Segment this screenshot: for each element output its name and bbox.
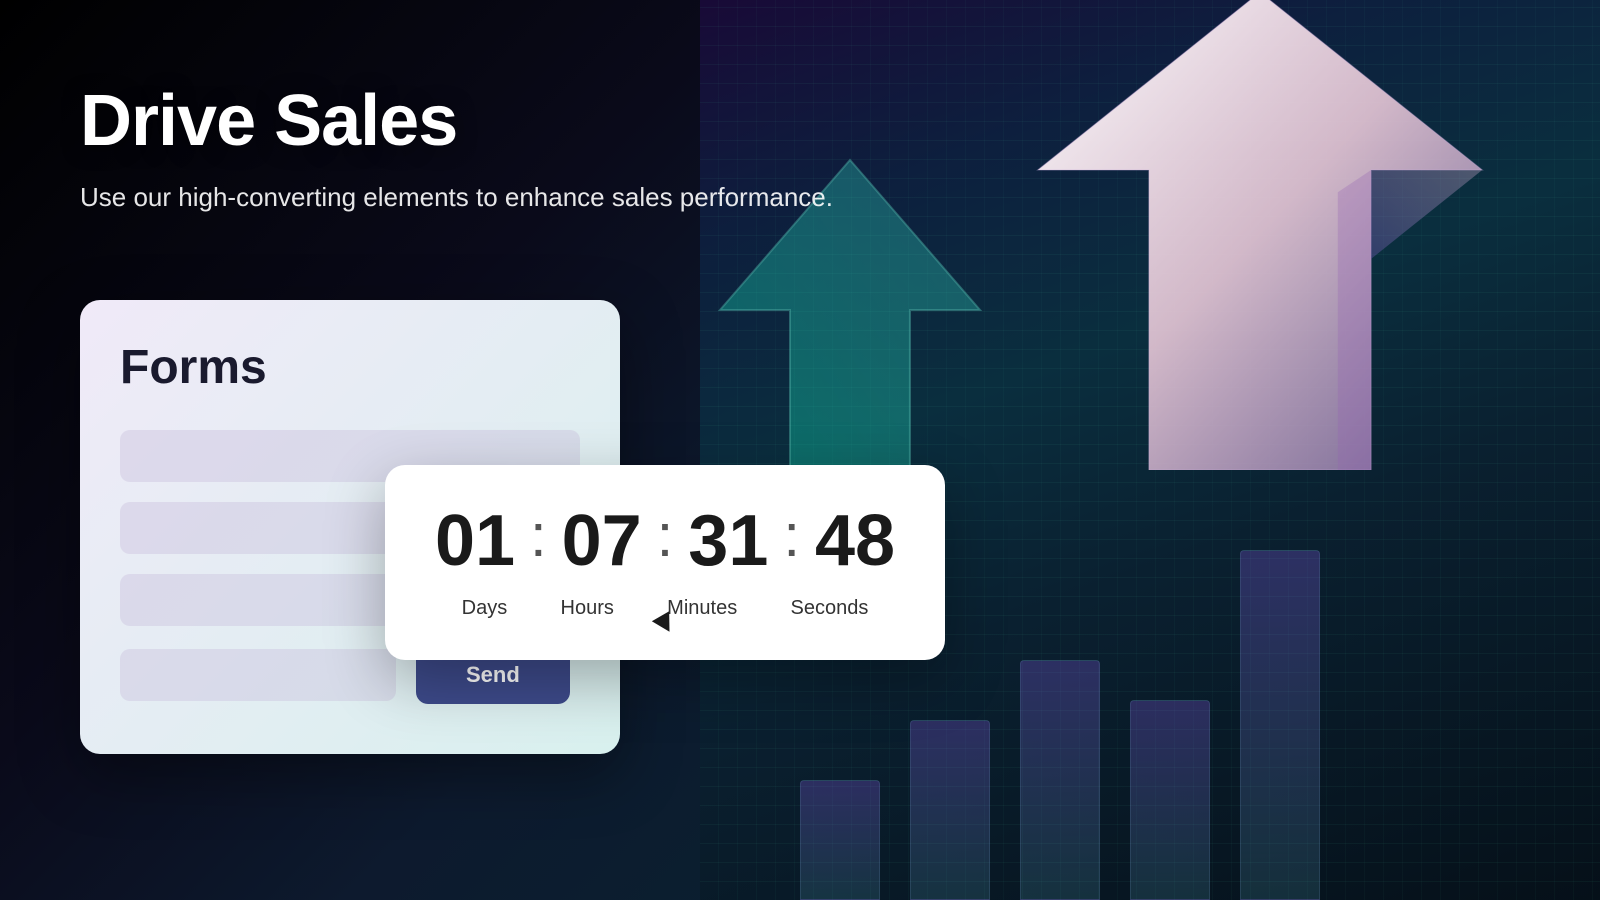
countdown-days-label: Days <box>462 597 508 620</box>
countdown-hours-value: 07 <box>552 505 652 577</box>
countdown-minutes-unit: 31 <box>678 505 778 577</box>
countdown-sep-1: : <box>530 506 547 576</box>
form-field-4[interactable] <box>120 649 396 701</box>
page-title: Drive Sales <box>80 80 1520 162</box>
page-subtitle: Use our high-converting elements to enha… <box>80 182 1520 213</box>
countdown-days-unit: 01 <box>425 505 525 577</box>
countdown-minutes-label: Minutes <box>667 597 737 620</box>
countdown-sep-2: : <box>657 506 674 576</box>
countdown-sep-3: : <box>783 506 800 576</box>
countdown-seconds-unit: 48 <box>805 505 905 577</box>
countdown-seconds-label: Seconds <box>791 597 869 620</box>
countdown-numbers: 01 : 07 : 31 : 48 <box>425 505 905 577</box>
countdown-hours-unit: 07 <box>552 505 652 577</box>
countdown-seconds-value: 48 <box>805 505 905 577</box>
countdown-hours-label: Hours <box>561 597 614 620</box>
countdown-minutes-value: 31 <box>678 505 778 577</box>
countdown-days-value: 01 <box>425 505 525 577</box>
forms-card-title: Forms <box>120 340 580 395</box>
